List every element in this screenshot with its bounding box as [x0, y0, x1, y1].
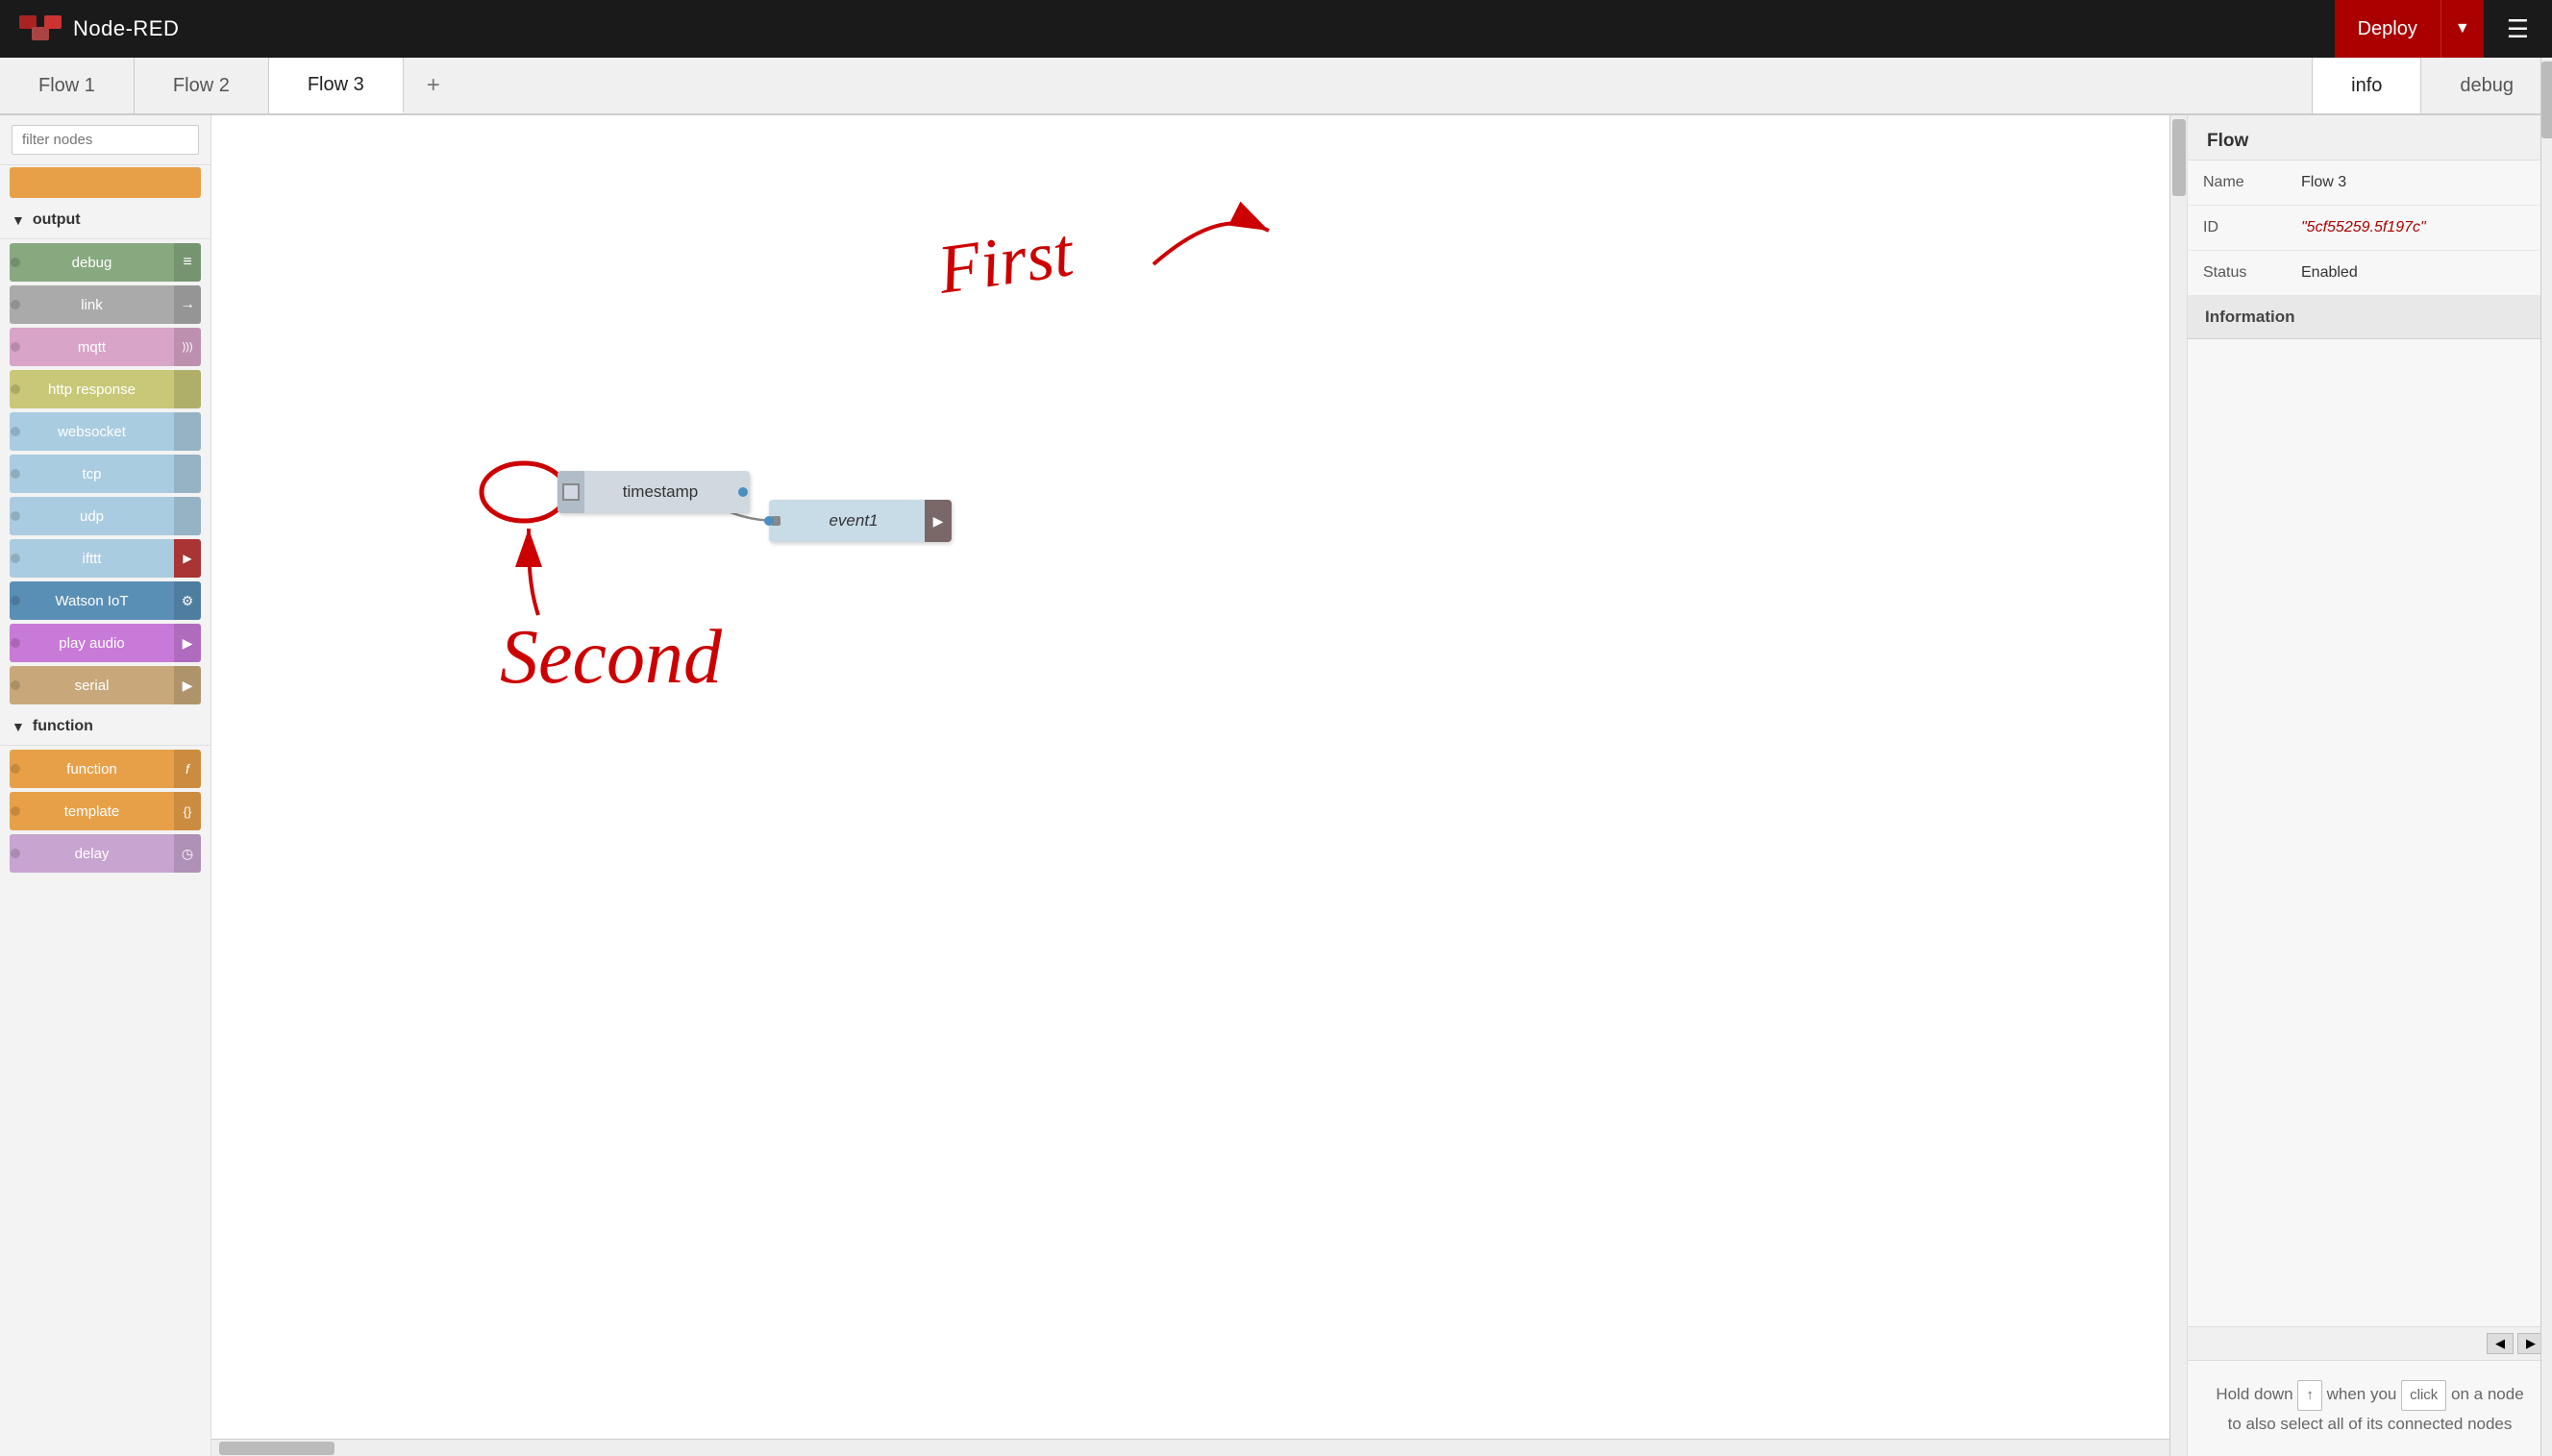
port-left [10, 624, 21, 662]
port-left [10, 243, 21, 282]
node-item-link[interactable]: link → [10, 285, 201, 324]
port-left [10, 666, 21, 704]
port-left [10, 412, 21, 451]
node-item-debug[interactable]: debug ≡ [10, 243, 201, 282]
canvas-scrollbar-v[interactable] [2169, 115, 2187, 1456]
function-icon: f [174, 750, 201, 788]
sidebar: ▼ output debug ≡ link → mqtt ))) http re [0, 115, 211, 1456]
tab-spacer [463, 58, 2312, 113]
node-item-play-audio[interactable]: play audio ▶ [10, 624, 201, 662]
node-item-tcp[interactable]: tcp [10, 455, 201, 493]
menu-button[interactable]: ☰ [2484, 0, 2552, 58]
debug-icon: ≡ [174, 243, 201, 282]
port-left [10, 750, 21, 788]
port-left [10, 455, 21, 493]
resize-smaller-button[interactable]: ◀ [2487, 1333, 2514, 1354]
node-item-watson-iot[interactable]: Watson IoT ⚙ [10, 581, 201, 620]
tab-flow3[interactable]: Flow 3 [269, 58, 404, 113]
event1-input-port [769, 500, 782, 542]
udp-icon [174, 497, 201, 535]
section-header-output[interactable]: ▼ output [0, 202, 211, 239]
right-panel: Flow Name Flow 3 ID "5cf55259.5f197c" St… [2187, 115, 2552, 1456]
hint-action: click [2401, 1380, 2446, 1411]
event1-icon: ▶ [933, 513, 944, 530]
wires-svg [211, 115, 2187, 1456]
section-arrow-function: ▼ [12, 719, 25, 734]
websocket-icon [174, 412, 201, 451]
port-left [10, 497, 21, 535]
logo-area: Node-RED [0, 12, 198, 46]
node-item-top-partial[interactable] [10, 167, 201, 198]
mqtt-icon: ))) [174, 328, 201, 366]
node-item-serial[interactable]: serial ▶ [10, 666, 201, 704]
svg-text:First: First [932, 213, 1079, 308]
node-item-mqtt[interactable]: mqtt ))) [10, 328, 201, 366]
h-scroll-thumb [219, 1442, 334, 1455]
deploy-button[interactable]: Deploy [2335, 0, 2441, 58]
node-item-ifttt[interactable]: ifttt ▶ [10, 539, 201, 578]
play-audio-icon: ▶ [174, 624, 201, 662]
event1-icon-area: ▶ [925, 500, 952, 542]
canvas-node-event1[interactable]: event1 ▶ [769, 500, 952, 542]
deploy-dropdown[interactable]: ▼ [2441, 0, 2484, 58]
hint-key: ↑ [2297, 1380, 2322, 1411]
main-layout: ▼ output debug ≡ link → mqtt ))) http re [0, 115, 2552, 1456]
canvas-area[interactable]: First Second timestamp [211, 115, 2187, 1456]
logo-icon [19, 12, 62, 46]
serial-icon: ▶ [174, 666, 201, 704]
tcp-icon [174, 455, 201, 493]
panel-resize-area: ◀ ▶ [2188, 1326, 2552, 1360]
annotations-svg: First Second [211, 115, 2187, 1456]
port-left [10, 581, 21, 620]
svg-text:Second: Second [500, 615, 723, 700]
delay-icon: ◷ [174, 834, 201, 873]
port-left [10, 328, 21, 366]
node-item-template[interactable]: template {} [10, 792, 201, 830]
app-title: Node-RED [73, 16, 179, 41]
trigger-icon [562, 483, 580, 501]
watson-icon: ⚙ [174, 581, 201, 620]
canvas-node-timestamp[interactable]: timestamp [557, 471, 750, 513]
port-left [10, 539, 21, 578]
tab-flow2[interactable]: Flow 2 [135, 58, 269, 113]
tab-debug[interactable]: debug [2420, 58, 2552, 113]
http-icon [174, 370, 201, 408]
node-item-udp[interactable]: udp [10, 497, 201, 535]
v-scroll-thumb [2172, 119, 2186, 196]
tab-flow1[interactable]: Flow 1 [0, 58, 135, 113]
hint-text: Hold down ↑ when you click on a node to … [2211, 1380, 2529, 1437]
port-left [10, 834, 21, 873]
sidebar-scroll[interactable]: ▼ output debug ≡ link → mqtt ))) http re [0, 165, 211, 1456]
info-row-name: Name Flow 3 [2188, 160, 2552, 206]
search-input[interactable] [12, 125, 199, 155]
node-item-websocket[interactable]: websocket [10, 412, 201, 451]
info-panel-title: Flow [2188, 115, 2552, 160]
input-dot [764, 516, 774, 526]
port-left [10, 370, 21, 408]
tab-info[interactable]: info [2312, 58, 2420, 113]
section-arrow-output: ▼ [12, 212, 25, 228]
port-left [10, 792, 21, 830]
timestamp-output-port [736, 487, 750, 497]
port-left [10, 285, 21, 324]
canvas-scrollbar-h[interactable] [211, 1439, 2169, 1456]
right-panel-footer: Hold down ↑ when you click on a node to … [2188, 1360, 2552, 1456]
info-row-status: Status Enabled [2188, 251, 2552, 296]
link-icon: → [174, 285, 201, 324]
info-subsection: Information [2188, 296, 2552, 339]
info-content-area [2188, 339, 2552, 1326]
timestamp-trigger-button[interactable] [557, 471, 584, 513]
node-item-delay[interactable]: delay ◷ [10, 834, 201, 873]
info-row-id: ID "5cf55259.5f197c" [2188, 206, 2552, 251]
topbar: Node-RED Deploy ▼ ☰ [0, 0, 2552, 58]
sidebar-search-area [0, 115, 211, 165]
add-flow-button[interactable]: + [404, 58, 463, 113]
hamburger-icon: ☰ [2507, 14, 2529, 44]
tabbar: Flow 1 Flow 2 Flow 3 + info debug [0, 58, 2552, 115]
node-item-function[interactable]: function f [10, 750, 201, 788]
node-item-http-response[interactable]: http response [10, 370, 201, 408]
section-header-function[interactable]: ▼ function [0, 708, 211, 746]
template-icon: {} [174, 792, 201, 830]
ifttt-icon: ▶ [174, 539, 201, 578]
